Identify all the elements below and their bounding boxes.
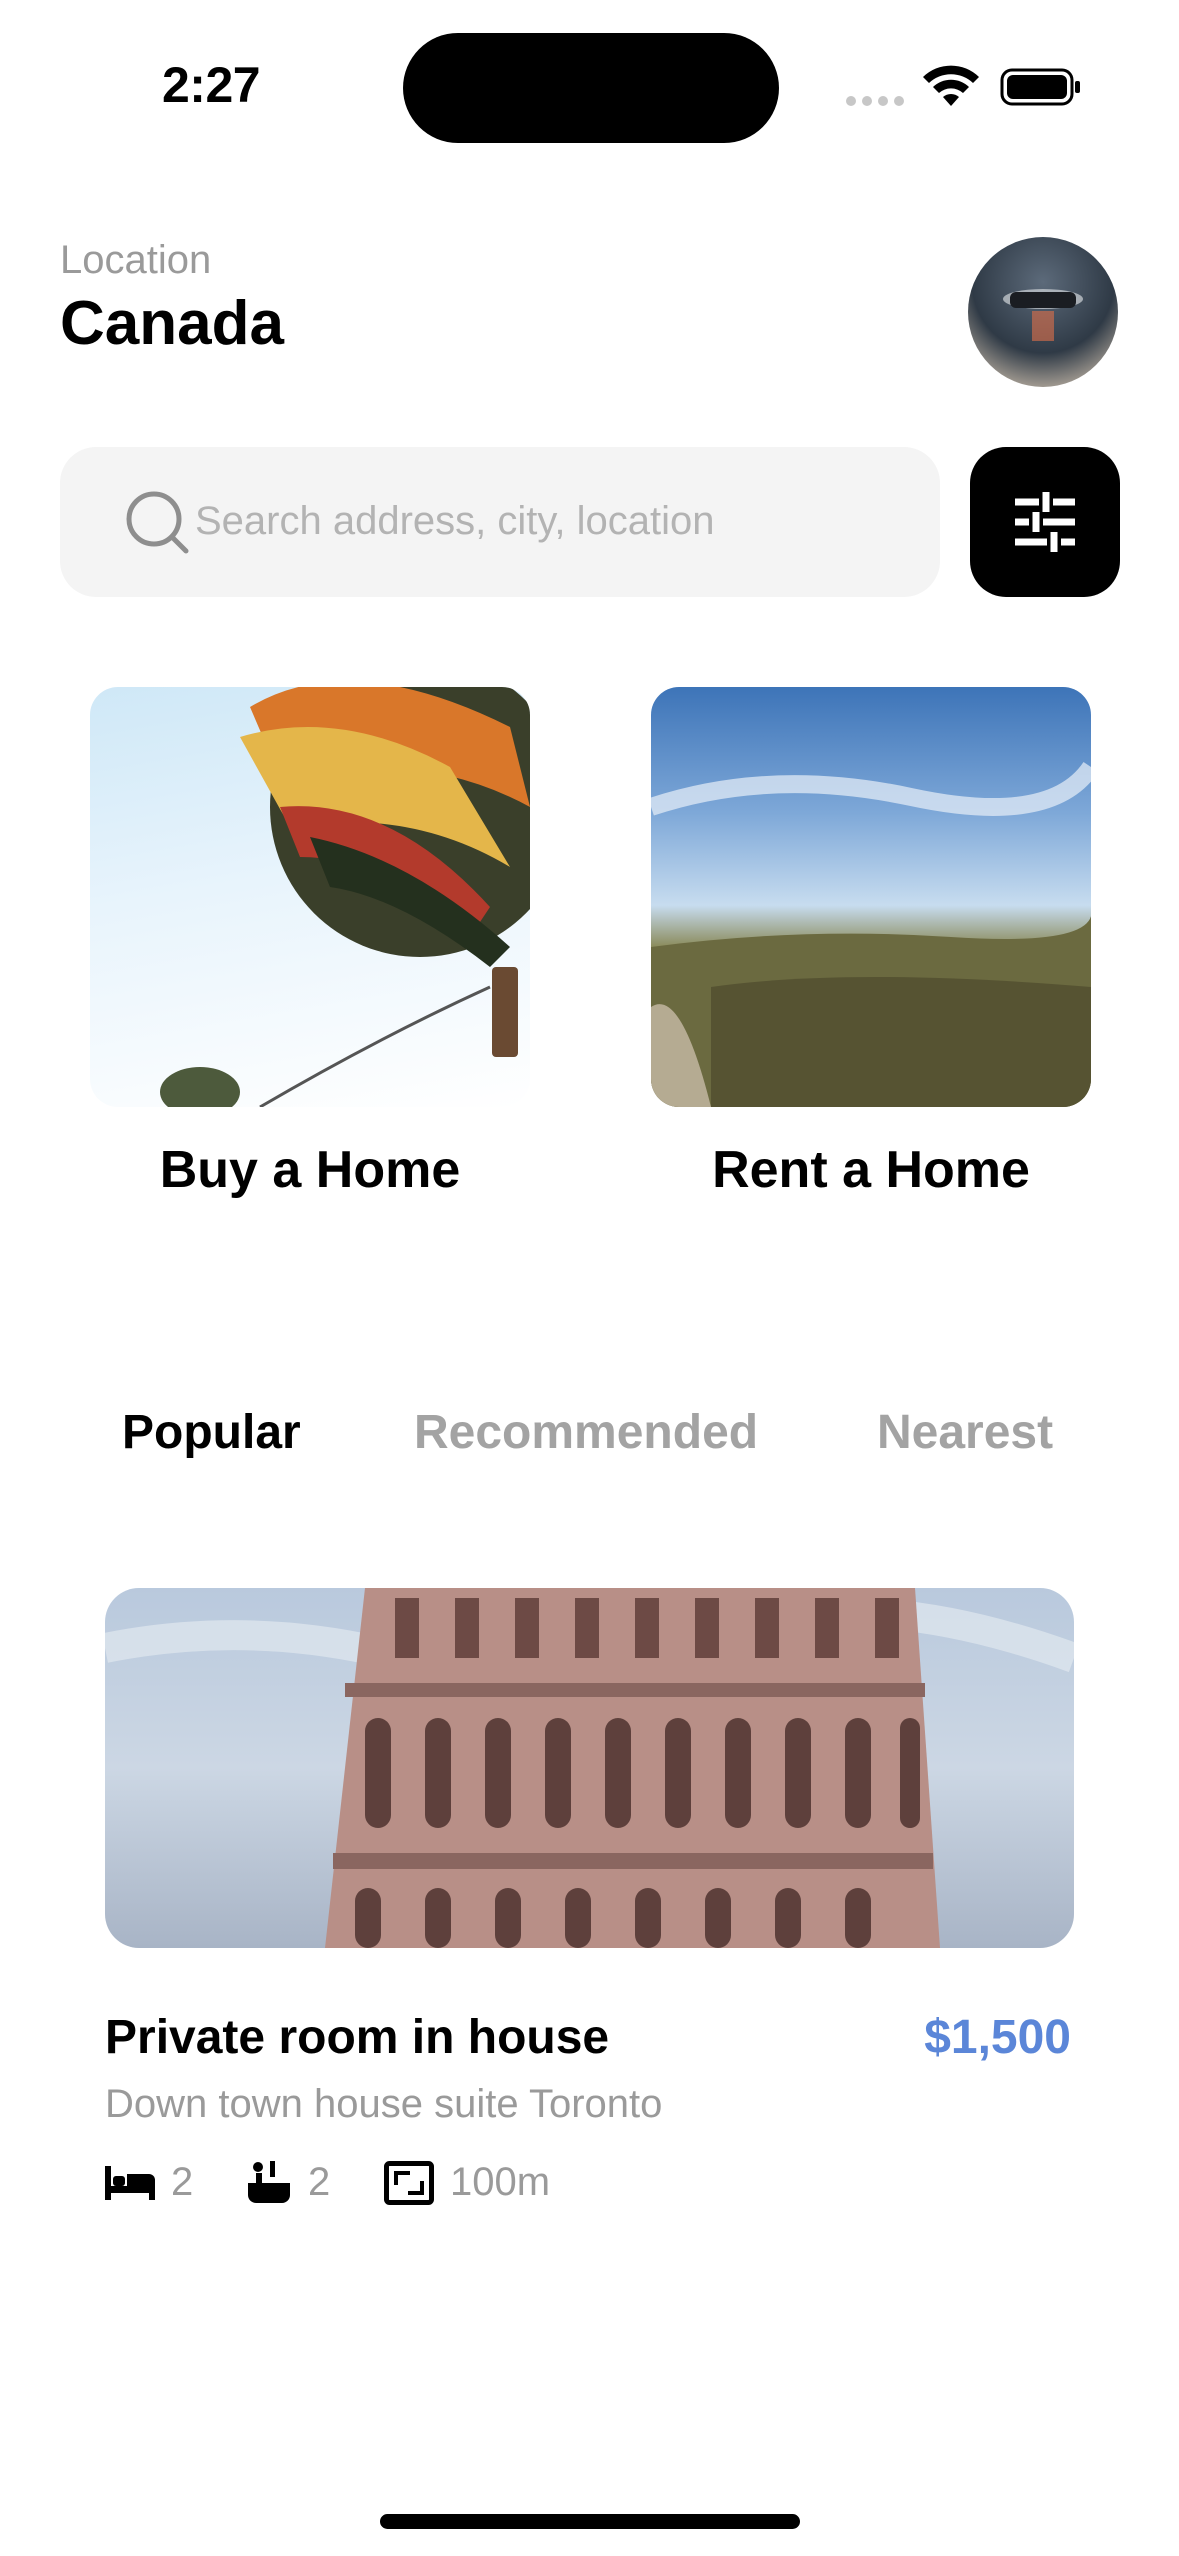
landscape-image [651,761,1091,1107]
rent-home-label[interactable]: Rent a Home [651,1140,1091,1200]
listing-price: $1,500 [924,2011,1071,2064]
listing-title[interactable]: Private room in house [105,2010,609,2065]
tower-image [105,1588,1074,1948]
area-value: 100m [450,2160,551,2204]
status-time: 2:27 [162,57,261,113]
location-value[interactable]: Canada [60,288,284,359]
bathtub-icon [248,2160,290,2203]
beds-feature: 2 [105,2160,193,2205]
buy-home-label[interactable]: Buy a Home [90,1140,530,1200]
tab-popular[interactable]: Popular [122,1405,301,1460]
baths-feature: 2 [246,2160,330,2205]
area-icon [384,2160,434,2205]
cellular-signal-icon [846,96,904,106]
tab-recommended[interactable]: Recommended [414,1405,758,1460]
listing-image[interactable] [105,1588,1074,1948]
location-label: Location [60,238,212,282]
search-placeholder: Search address, city, location [195,499,715,543]
buy-home-card[interactable] [90,687,530,1107]
bed-icon [105,2165,155,2200]
battery-icon [1000,68,1080,106]
rent-home-card[interactable] [651,687,1091,1107]
listing-address: Down town house suite Toronto [105,2082,663,2126]
tab-nearest[interactable]: Nearest [877,1405,1053,1460]
dynamic-island [403,33,779,143]
wifi-icon [923,65,979,106]
balloon-image [160,687,530,1107]
home-indicator[interactable] [380,2514,800,2529]
avatar[interactable] [968,237,1118,387]
filter-button[interactable] [970,447,1120,597]
area-feature: 100m [384,2160,550,2205]
baths-count: 2 [308,2160,331,2204]
beds-count: 2 [171,2160,194,2204]
search-input[interactable]: Search address, city, location [60,447,940,597]
search-icon [126,491,189,554]
sliders-icon [1015,492,1075,552]
